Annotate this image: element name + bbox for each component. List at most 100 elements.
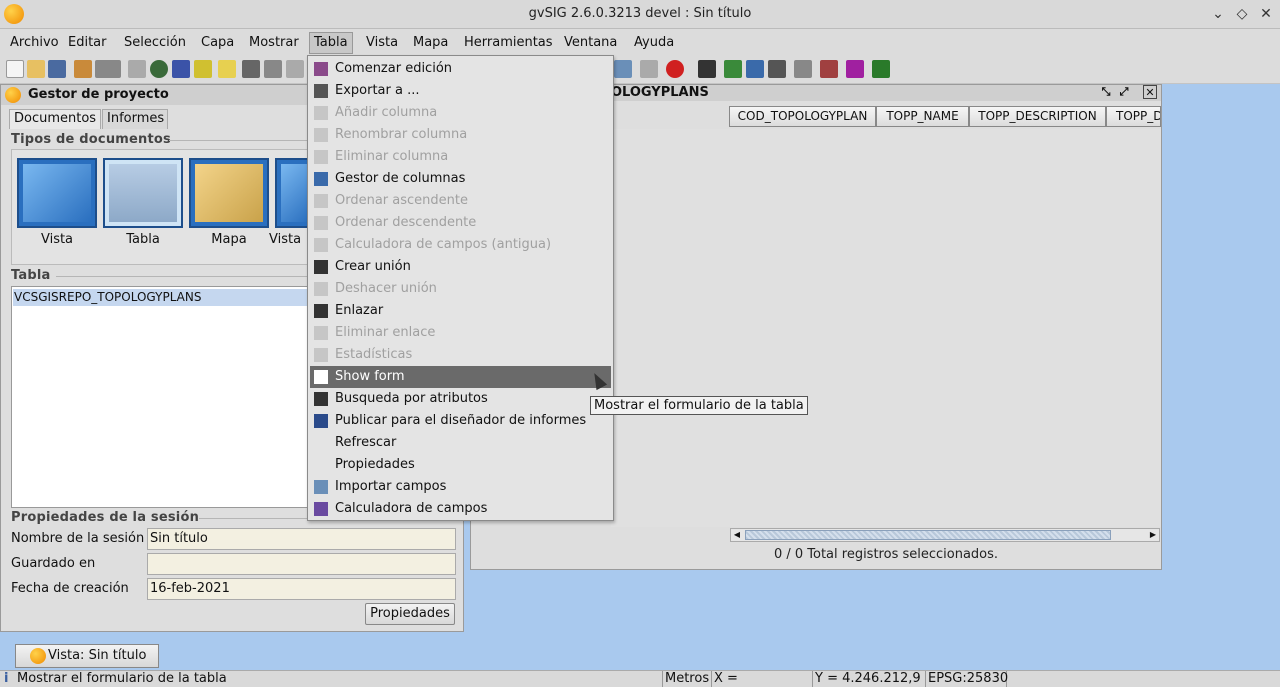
menu-item-propiedades[interactable]: Propiedades	[310, 454, 611, 476]
menu-item-exportar-a[interactable]: Exportar a ...	[310, 80, 611, 102]
divider	[169, 140, 309, 141]
minimize-icon[interactable]: ⤡	[1099, 85, 1113, 99]
list-item[interactable]: VCSGISREPO_TOPOLOGYPLANS	[13, 289, 309, 306]
horizontal-scrollbar[interactable]: ◀ ▶	[730, 528, 1160, 542]
menu-editar[interactable]: Editar	[64, 32, 111, 54]
minimize-icon[interactable]: ⌄	[1208, 4, 1228, 24]
saved-in-field[interactable]	[147, 553, 456, 575]
chart-icon[interactable]	[640, 60, 658, 78]
eliminar-enlace-icon	[314, 326, 328, 340]
status-bar: i Mostrar el formulario de la tabla Metr…	[0, 670, 1280, 687]
tab-informes[interactable]: Informes	[102, 109, 168, 129]
layer-icon[interactable]	[614, 60, 632, 78]
menu-item-refrescar[interactable]: Refrescar	[310, 432, 611, 454]
menu-item-deshacer-union[interactable]: Deshacer unión	[310, 278, 611, 300]
vista-logo-icon	[30, 648, 46, 664]
menu-item-enlazar[interactable]: Enlazar	[310, 300, 611, 322]
menu-item-show-form[interactable]: Show form	[310, 366, 611, 388]
properties-button[interactable]: Propiedades	[365, 603, 455, 625]
table-window-title: OLOGYPLANS	[611, 85, 709, 100]
column-icon[interactable]	[286, 60, 304, 78]
doc-label-vista-2: Vista	[269, 232, 302, 247]
globe-icon[interactable]	[150, 60, 168, 78]
menu-item-calculadora-de-campos[interactable]: Calculadora de campos	[310, 498, 611, 520]
menu-item-anadir-columna[interactable]: Añadir columna	[310, 102, 611, 124]
divider	[56, 276, 309, 277]
doc-types-title: Tipos de documentos	[11, 132, 171, 147]
menu-item-gestor-de-columnas[interactable]: Gestor de columnas	[310, 168, 611, 190]
filter-icon[interactable]	[172, 60, 190, 78]
menu-item-busqueda-por-atributos[interactable]: Busqueda por atributos	[310, 388, 611, 410]
column-header[interactable]: COD_TOPOLOGYPLAN	[729, 106, 876, 127]
scroll-thumb[interactable]	[745, 530, 1111, 540]
doc-mapa-icon[interactable]	[189, 158, 269, 228]
error-icon[interactable]	[666, 60, 684, 78]
menu-item-comenzar-edicion[interactable]: Comenzar edición	[310, 58, 611, 80]
add-layer-icon[interactable]	[724, 60, 742, 78]
menu-item-eliminar-columna[interactable]: Eliminar columna	[310, 146, 611, 168]
select-icon[interactable]	[218, 60, 236, 78]
renombrar-columna-icon	[314, 128, 328, 142]
menu-item-ordenar-ascendente[interactable]: Ordenar ascendente	[310, 190, 611, 212]
doc-vista-icon[interactable]	[17, 158, 97, 228]
column-header[interactable]: TOPP_DESCRIPTION	[969, 106, 1106, 127]
target-icon[interactable]	[846, 60, 864, 78]
print-icon[interactable]	[242, 60, 260, 78]
session-name-field[interactable]: Sin título	[147, 528, 456, 550]
menu-item-publicar-para-el-disenador-de-informes[interactable]: Publicar para el diseñador de informes	[310, 410, 611, 432]
doc-tabla-icon[interactable]	[103, 158, 183, 228]
menu-item-crear-union[interactable]: Crear unión	[310, 256, 611, 278]
menu-capa[interactable]: Capa	[197, 32, 238, 54]
created-field[interactable]: 16-feb-2021	[147, 578, 456, 600]
table-icon[interactable]	[264, 60, 282, 78]
dropdown-icon[interactable]	[95, 60, 121, 78]
estadisticas-icon	[314, 348, 328, 362]
menu-item-label: Deshacer unión	[335, 281, 437, 296]
menu-item-ordenar-descendente[interactable]: Ordenar descendente	[310, 212, 611, 234]
tab-documentos[interactable]: Documentos	[9, 109, 101, 129]
menu-mapa[interactable]: Mapa	[409, 32, 452, 54]
menu-ayuda[interactable]: Ayuda	[630, 32, 678, 54]
menu-herramientas[interactable]: Herramientas	[460, 32, 557, 54]
menu-item-calculadora-de-campos-antigua[interactable]: Calculadora de campos (antigua)	[310, 234, 611, 256]
refresh-icon[interactable]	[74, 60, 92, 78]
settings-icon[interactable]	[794, 60, 812, 78]
sort-icon[interactable]	[194, 60, 212, 78]
menu-archivo[interactable]: Archivo	[6, 32, 63, 54]
brush-icon[interactable]	[128, 60, 146, 78]
column-header[interactable]: TOPP_D	[1106, 106, 1161, 127]
close-icon[interactable]: ✕	[1256, 4, 1276, 24]
new-icon[interactable]	[6, 60, 24, 78]
maximize-icon[interactable]: ⤢	[1117, 85, 1131, 99]
validate-icon[interactable]	[820, 60, 838, 78]
edit-icon[interactable]	[872, 60, 890, 78]
menu-item-importar-campos[interactable]: Importar campos	[310, 476, 611, 498]
saved-in-label: Guardado en	[11, 556, 96, 571]
ordenar-descendente-icon	[314, 216, 328, 230]
open-icon[interactable]	[27, 60, 45, 78]
menu-tabla[interactable]: Tabla	[309, 32, 353, 54]
menu-ventana[interactable]: Ventana	[560, 32, 621, 54]
menu-mostrar[interactable]: Mostrar	[245, 32, 303, 54]
menu-item-eliminar-enlace[interactable]: Eliminar enlace	[310, 322, 611, 344]
close-icon[interactable]: ✕	[1143, 85, 1157, 99]
maximize-icon[interactable]: ◇	[1232, 4, 1252, 24]
anadir-columna-icon	[314, 106, 328, 120]
enlazar-icon	[314, 304, 328, 318]
created-label: Fecha de creación	[11, 581, 129, 596]
tools-icon[interactable]	[698, 60, 716, 78]
save-icon[interactable]	[48, 60, 66, 78]
table-section-title: Tabla	[11, 268, 51, 283]
menu-vista[interactable]: Vista	[362, 32, 402, 54]
column-header[interactable]: TOPP_NAME	[876, 106, 969, 127]
vista-task-button[interactable]: Vista: Sin título	[15, 644, 159, 668]
menu-item-renombrar-columna[interactable]: Renombrar columna	[310, 124, 611, 146]
menu-seleccion[interactable]: Selección	[120, 32, 190, 54]
export-icon[interactable]	[768, 60, 786, 78]
x-coordinate: X = 719.477,23	[711, 671, 812, 687]
calculadora-de-campos-antigua-icon	[314, 238, 328, 252]
menu-item-estadisticas[interactable]: Estadísticas	[310, 344, 611, 366]
import-icon[interactable]	[746, 60, 764, 78]
scroll-right-icon[interactable]: ▶	[1147, 529, 1159, 541]
scroll-left-icon[interactable]: ◀	[731, 529, 743, 541]
